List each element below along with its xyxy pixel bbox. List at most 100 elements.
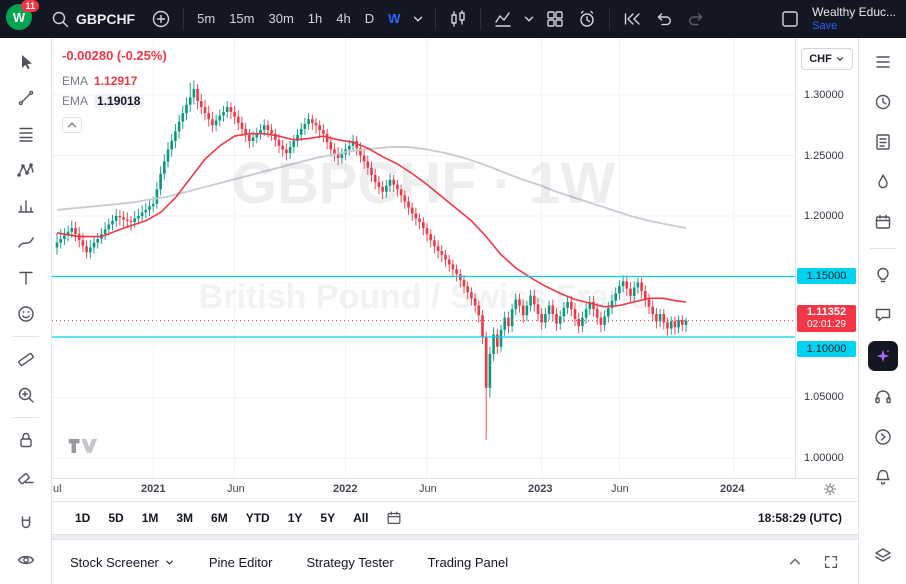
bar-replay-button[interactable] xyxy=(618,5,646,33)
price-tick: 1.00000 xyxy=(804,451,844,465)
hide-drawings-button[interactable] xyxy=(12,546,40,574)
layout-name[interactable]: Wealthy Educ... xyxy=(812,6,896,19)
timeframe-5m[interactable]: 5m xyxy=(192,7,220,31)
drawing-toolbar xyxy=(0,38,52,584)
layout-select-button[interactable] xyxy=(776,5,804,33)
tab-trading-panel[interactable]: Trading Panel xyxy=(428,555,508,570)
account-menu-button[interactable]: W 11 xyxy=(6,4,36,34)
layers-icon xyxy=(873,546,893,566)
tab-stock-screener[interactable]: Stock Screener xyxy=(70,555,175,570)
lock-drawings-button[interactable] xyxy=(12,426,40,454)
range-1m[interactable]: 1M xyxy=(135,508,166,528)
toolbar-separator xyxy=(13,336,39,337)
go-to-date-button[interactable] xyxy=(385,509,403,527)
timeframe-1w-active[interactable]: W xyxy=(383,7,405,31)
chart-area: GBPCHF · 1W British Pound / Swiss Franc … xyxy=(52,38,858,478)
chart-style-button[interactable] xyxy=(444,5,472,33)
measure-tool[interactable] xyxy=(12,345,40,373)
legend-collapse-button[interactable] xyxy=(62,117,82,133)
timezone-clock[interactable]: 18:58:29 (UTC) xyxy=(758,511,842,525)
undo-button[interactable] xyxy=(650,5,678,33)
layout-grid-button[interactable] xyxy=(541,5,569,33)
timeframe-30m[interactable]: 30m xyxy=(263,7,298,31)
trend-line-tool[interactable] xyxy=(12,84,40,112)
publish-button[interactable] xyxy=(869,423,897,451)
watchlist-button[interactable] xyxy=(869,48,897,76)
range-ytd[interactable]: YTD xyxy=(239,508,277,528)
timeframe-1d[interactable]: D xyxy=(360,7,379,31)
range-all[interactable]: All xyxy=(346,508,375,528)
toolbar-separator xyxy=(183,8,184,30)
redo-button[interactable] xyxy=(682,5,710,33)
indicator-row-ema-slow[interactable]: EMA 1.19018 xyxy=(62,91,167,111)
price-tick: 1.20000 xyxy=(804,209,844,223)
lock-icon xyxy=(16,430,36,450)
tab-label: Stock Screener xyxy=(70,555,159,570)
chevron-down-icon xyxy=(411,12,425,26)
range-1y[interactable]: 1Y xyxy=(281,508,310,528)
range-5d[interactable]: 5D xyxy=(101,508,130,528)
indicators-menu-button[interactable] xyxy=(521,5,537,33)
help-button[interactable] xyxy=(869,383,897,411)
toolbar-separator xyxy=(609,8,610,30)
ai-assistant-button[interactable] xyxy=(868,341,898,371)
level-badge-1-15[interactable]: 1.15000 xyxy=(797,268,856,284)
time-tick: Jun xyxy=(419,483,437,495)
panel-collapse-chevron-icon[interactable] xyxy=(786,553,804,571)
timeframe-1h[interactable]: 1h xyxy=(303,7,327,31)
range-3m[interactable]: 3M xyxy=(169,508,200,528)
save-layout-button[interactable]: Save xyxy=(812,20,837,32)
panel-expand-icon[interactable] xyxy=(822,553,840,571)
indicator-name: EMA xyxy=(62,94,88,108)
magnet-mode-button[interactable] xyxy=(12,510,40,538)
fib-retracement-tool[interactable] xyxy=(12,120,40,148)
emoji-tool[interactable] xyxy=(12,300,40,328)
calendar-button[interactable] xyxy=(869,208,897,236)
create-alert-button[interactable] xyxy=(573,5,601,33)
bottom-panel: Stock Screener Pine Editor Strategy Test… xyxy=(52,540,858,584)
range-6m[interactable]: 6M xyxy=(204,508,235,528)
tab-label: Pine Editor xyxy=(209,555,273,570)
brush-tool[interactable] xyxy=(12,228,40,256)
symbol-search-button[interactable]: GBPCHF xyxy=(42,5,143,33)
alert-clock-icon xyxy=(577,9,597,29)
add-symbol-button[interactable] xyxy=(147,5,175,33)
time-axis[interactable]: ul 2021 Jun 2022 Jun 2023 Jun 2024 xyxy=(52,478,858,501)
news-button[interactable] xyxy=(869,128,897,156)
tradingview-logo[interactable] xyxy=(68,437,98,460)
tab-pine-editor[interactable]: Pine Editor xyxy=(209,555,273,570)
eraser-icon xyxy=(16,466,36,486)
chevron-down-icon xyxy=(522,12,536,26)
text-tool[interactable] xyxy=(12,264,40,292)
forecast-tool[interactable] xyxy=(12,192,40,220)
zoom-tool[interactable] xyxy=(12,381,40,409)
axis-settings-button[interactable] xyxy=(822,481,838,500)
range-1d[interactable]: 1D xyxy=(68,508,97,528)
indicator-row-ema-fast[interactable]: EMA 1.12917 xyxy=(62,71,167,91)
currency-unit-dropdown[interactable]: CHF xyxy=(801,48,853,70)
hotlists-button[interactable] xyxy=(869,168,897,196)
cursor-tool[interactable] xyxy=(12,48,40,76)
level-badge-1-10[interactable]: 1.10000 xyxy=(797,341,856,357)
time-tick: 2021 xyxy=(141,483,165,495)
indicators-button[interactable] xyxy=(489,5,517,33)
range-5y[interactable]: 5Y xyxy=(313,508,342,528)
ideas-button[interactable] xyxy=(869,261,897,289)
remove-drawings-button[interactable] xyxy=(12,462,40,490)
indicator-value: 1.19018 xyxy=(94,94,143,108)
notifications-button[interactable] xyxy=(869,463,897,491)
help-headset-icon xyxy=(873,387,893,407)
timeframe-15m[interactable]: 15m xyxy=(224,7,259,31)
chat-button[interactable] xyxy=(869,301,897,329)
xabcd-pattern-tool[interactable] xyxy=(12,156,40,184)
timeframe-4h[interactable]: 4h xyxy=(331,7,355,31)
price-axis[interactable]: CHF 1.30000 1.25000 1.20000 1.05000 1.00… xyxy=(795,38,858,478)
tab-strategy-tester[interactable]: Strategy Tester xyxy=(306,555,393,570)
chart-legend: -0.00280 (-0.25%) EMA 1.12917 EMA 1.1901… xyxy=(62,48,167,133)
object-tree-button[interactable] xyxy=(869,542,897,570)
timeframe-menu-button[interactable] xyxy=(409,5,427,33)
chevron-down-icon xyxy=(164,557,175,568)
time-tick: 2022 xyxy=(333,483,357,495)
alerts-button[interactable] xyxy=(869,88,897,116)
last-price-value: 1.11352 xyxy=(797,306,856,319)
